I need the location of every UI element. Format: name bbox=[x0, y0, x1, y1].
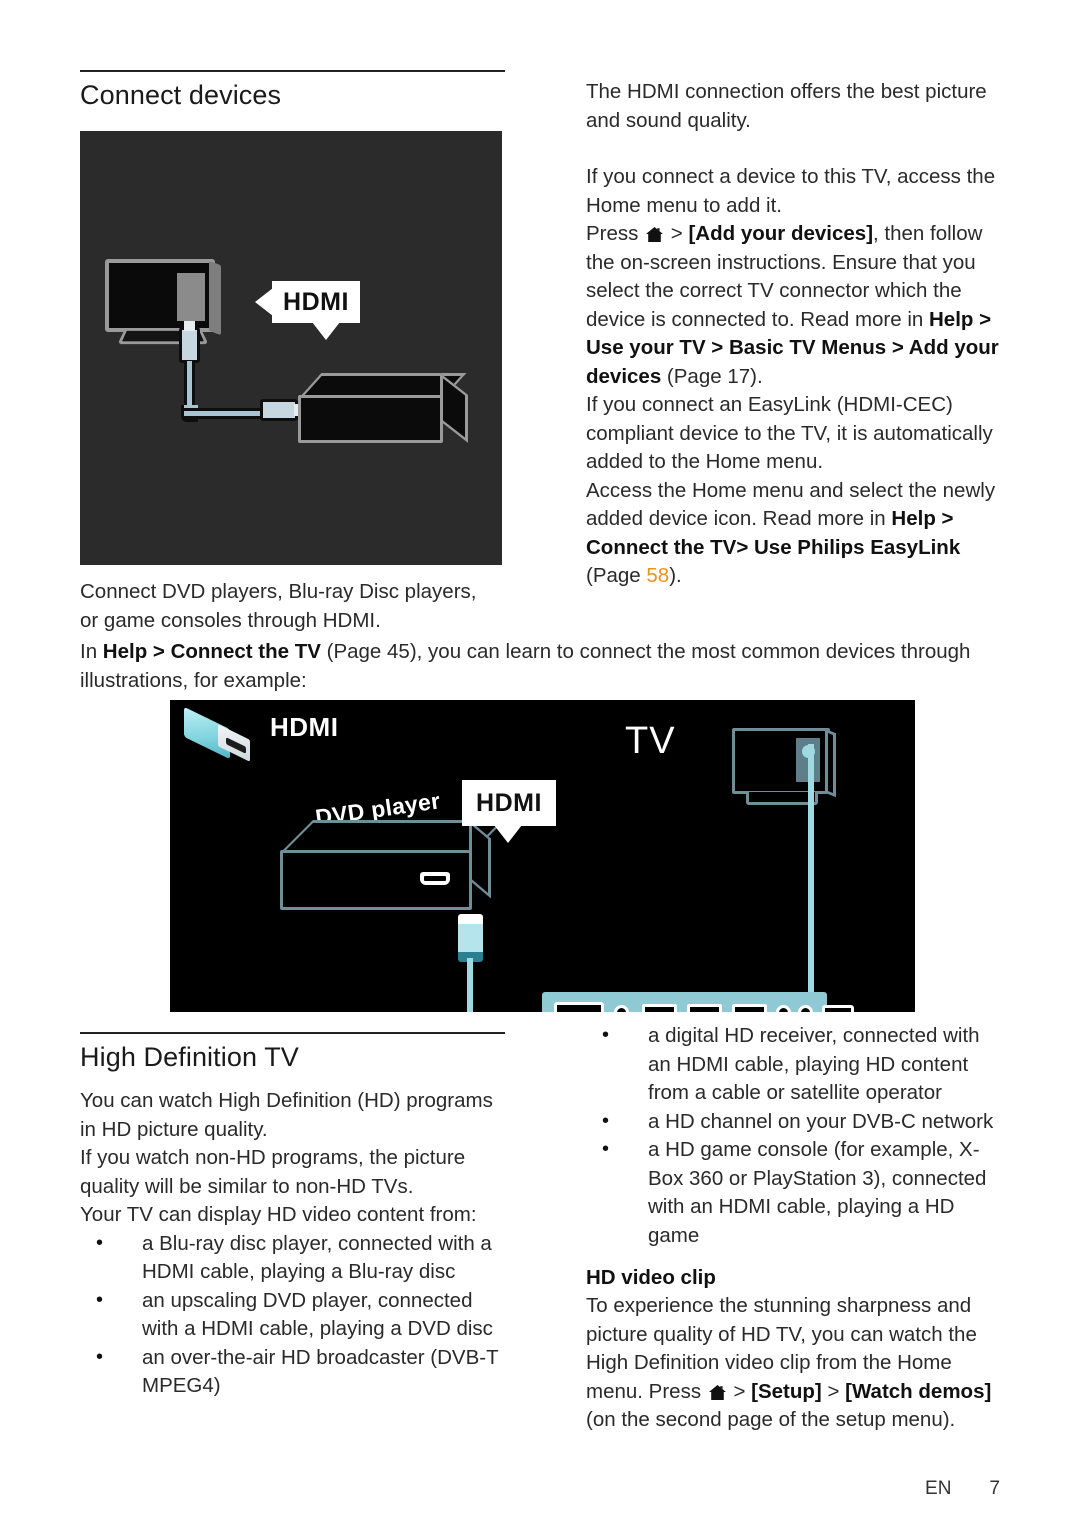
list-item: an upscaling DVD player, connected with … bbox=[80, 1286, 505, 1344]
hd-sources-list-right: a digital HD receiver, connected with an… bbox=[586, 1021, 1001, 1250]
round-port-3 bbox=[798, 1005, 813, 1012]
press-prefix: Press bbox=[586, 222, 645, 245]
caption-line-2: or game consoles through HDMI. bbox=[80, 608, 381, 632]
hdmi-plug-tv-side bbox=[179, 321, 200, 363]
hd-sources-list-left: a Blu-ray disc player, connected with a … bbox=[80, 1229, 505, 1401]
device-box-front bbox=[298, 395, 443, 443]
press-page-ref: (Page 17). bbox=[661, 364, 763, 388]
page-reference-link[interactable]: 58 bbox=[646, 564, 669, 587]
figure2-tv-label: TV bbox=[625, 720, 676, 762]
cable-segment-vertical-1 bbox=[467, 958, 473, 1012]
bold-setup: [Setup] bbox=[751, 1379, 822, 1403]
scart-port bbox=[554, 1002, 604, 1012]
access-page-prefix: (Page bbox=[586, 564, 647, 587]
round-port-2 bbox=[776, 1005, 791, 1012]
intro-prefix: In bbox=[80, 640, 103, 663]
figure2-hdmi-label: HDMI bbox=[270, 712, 339, 742]
hd-para-2: If you watch non-HD programs, the pictur… bbox=[80, 1146, 466, 1198]
plug-tip bbox=[184, 321, 195, 331]
list-item: a HD channel on your DVB-C network bbox=[586, 1107, 1001, 1137]
left-column: Connect devices bbox=[80, 70, 505, 125]
hd-para-3: Your TV can display HD video content fro… bbox=[80, 1203, 477, 1227]
intro-bold-path: Help > Connect the TV bbox=[102, 640, 321, 663]
caption-line-1: Connect DVD players, Blu-ray Disc player… bbox=[80, 580, 477, 603]
list-item: a digital HD receiver, connected with an… bbox=[586, 1021, 1001, 1108]
callout-arrow-down-icon bbox=[494, 825, 522, 843]
right-column: The HDMI connection offers the best pict… bbox=[586, 78, 1001, 591]
clip-sep-1: > bbox=[727, 1379, 752, 1403]
hd-video-clip-title: HD video clip bbox=[586, 1266, 716, 1289]
figure-connect-devices: HDMI bbox=[80, 131, 502, 565]
para-add-device: If you connect a device to this TV, acce… bbox=[586, 165, 996, 217]
callout-arrow-left-icon bbox=[255, 288, 273, 316]
para-access-home-menu: Access the Home menu and select the newl… bbox=[586, 477, 1001, 591]
figure-dvd-to-tv: HDMI DVD player TV HDMI bbox=[170, 700, 915, 1012]
hdmi-connector-icon bbox=[182, 706, 260, 772]
cable-tv-to-panel bbox=[808, 744, 814, 996]
list-item: a Blu-ray disc player, connected with a … bbox=[80, 1229, 505, 1287]
hd-section-right: a digital HD receiver, connected with an… bbox=[586, 1021, 1001, 1435]
tv-connector-panel bbox=[542, 992, 854, 1012]
hdmi-callout-figure1: HDMI bbox=[255, 281, 360, 340]
home-icon bbox=[646, 227, 664, 242]
device-box-illustration bbox=[298, 373, 473, 445]
hdmi-callout-dvd-label: HDMI bbox=[476, 788, 542, 817]
tv-illustration-2 bbox=[732, 728, 837, 808]
para-easylink: If you connect an EasyLink (HDMI-CEC) co… bbox=[586, 393, 993, 473]
list-item: an over-the-air HD broadcaster (DVB-T MP… bbox=[80, 1343, 505, 1401]
access-page-suffix: ). bbox=[669, 564, 682, 587]
hd-section-title: High Definition TV bbox=[80, 1042, 299, 1072]
tv-connector-area bbox=[177, 273, 205, 321]
hd-video-clip-body: To experience the stunning sharpness and… bbox=[586, 1292, 1001, 1435]
hd-para-1: You can watch High Definition (HD) progr… bbox=[80, 1089, 493, 1141]
footer-language: EN bbox=[925, 1478, 952, 1499]
hd-section-left: High Definition TV You can watch High De… bbox=[80, 1032, 505, 1401]
hdmi-callout-dvd: HDMI bbox=[462, 780, 556, 843]
hdmi-plug-device-side bbox=[260, 399, 304, 421]
round-port-1 bbox=[614, 1005, 629, 1012]
page-title: Connect devices bbox=[80, 80, 282, 110]
page-footer: EN 7 bbox=[0, 1478, 1000, 1500]
para-hdmi-quality: The HDMI connection offers the best pict… bbox=[586, 80, 987, 132]
callout-arrow-down-icon bbox=[312, 322, 340, 340]
tv2-side-panel bbox=[825, 728, 836, 798]
intro-paragraph: In Help > Connect the TV (Page 45), you … bbox=[80, 638, 1000, 695]
dvd-hdmi-port bbox=[420, 872, 450, 885]
clip-body-suffix: (on the second page of the setup menu). bbox=[586, 1408, 956, 1431]
tv-side-panel bbox=[209, 260, 221, 336]
press-separator: > bbox=[665, 222, 689, 245]
figure2-intro: In Help > Connect the TV (Page 45), you … bbox=[80, 638, 1000, 695]
home-icon bbox=[708, 1384, 726, 1400]
para-press-add-devices: Press > [Add your devices], then follow … bbox=[586, 220, 1001, 391]
hdmi-port-3 bbox=[732, 1004, 767, 1012]
section-rule bbox=[80, 70, 505, 72]
footer-page-number: 7 bbox=[989, 1478, 1000, 1499]
hdmi-cable-horizontal bbox=[184, 408, 272, 419]
hdmi-port-1 bbox=[642, 1004, 677, 1012]
bold-add-your-devices: [Add your devices] bbox=[688, 222, 874, 245]
dvd-player-illustration bbox=[280, 820, 510, 920]
hd-section-rule bbox=[80, 1032, 505, 1034]
clip-sep-2: > bbox=[821, 1379, 846, 1403]
device-box-side bbox=[440, 373, 468, 443]
list-item: a HD game console (for example, X-Box 36… bbox=[586, 1135, 1001, 1250]
rect-port-1 bbox=[822, 1005, 854, 1012]
bold-watch-demos: [Watch demos] bbox=[845, 1379, 992, 1403]
hdmi-plug-dvd-end bbox=[458, 914, 483, 962]
figure1-caption: Connect DVD players, Blu-ray Disc player… bbox=[80, 578, 505, 635]
manual-page: Connect devices HDMI Connect DVD players… bbox=[0, 0, 1080, 1532]
tv-illustration bbox=[105, 259, 221, 345]
hdmi-callout-label: HDMI bbox=[283, 287, 349, 316]
hdmi-port-2 bbox=[687, 1004, 722, 1012]
